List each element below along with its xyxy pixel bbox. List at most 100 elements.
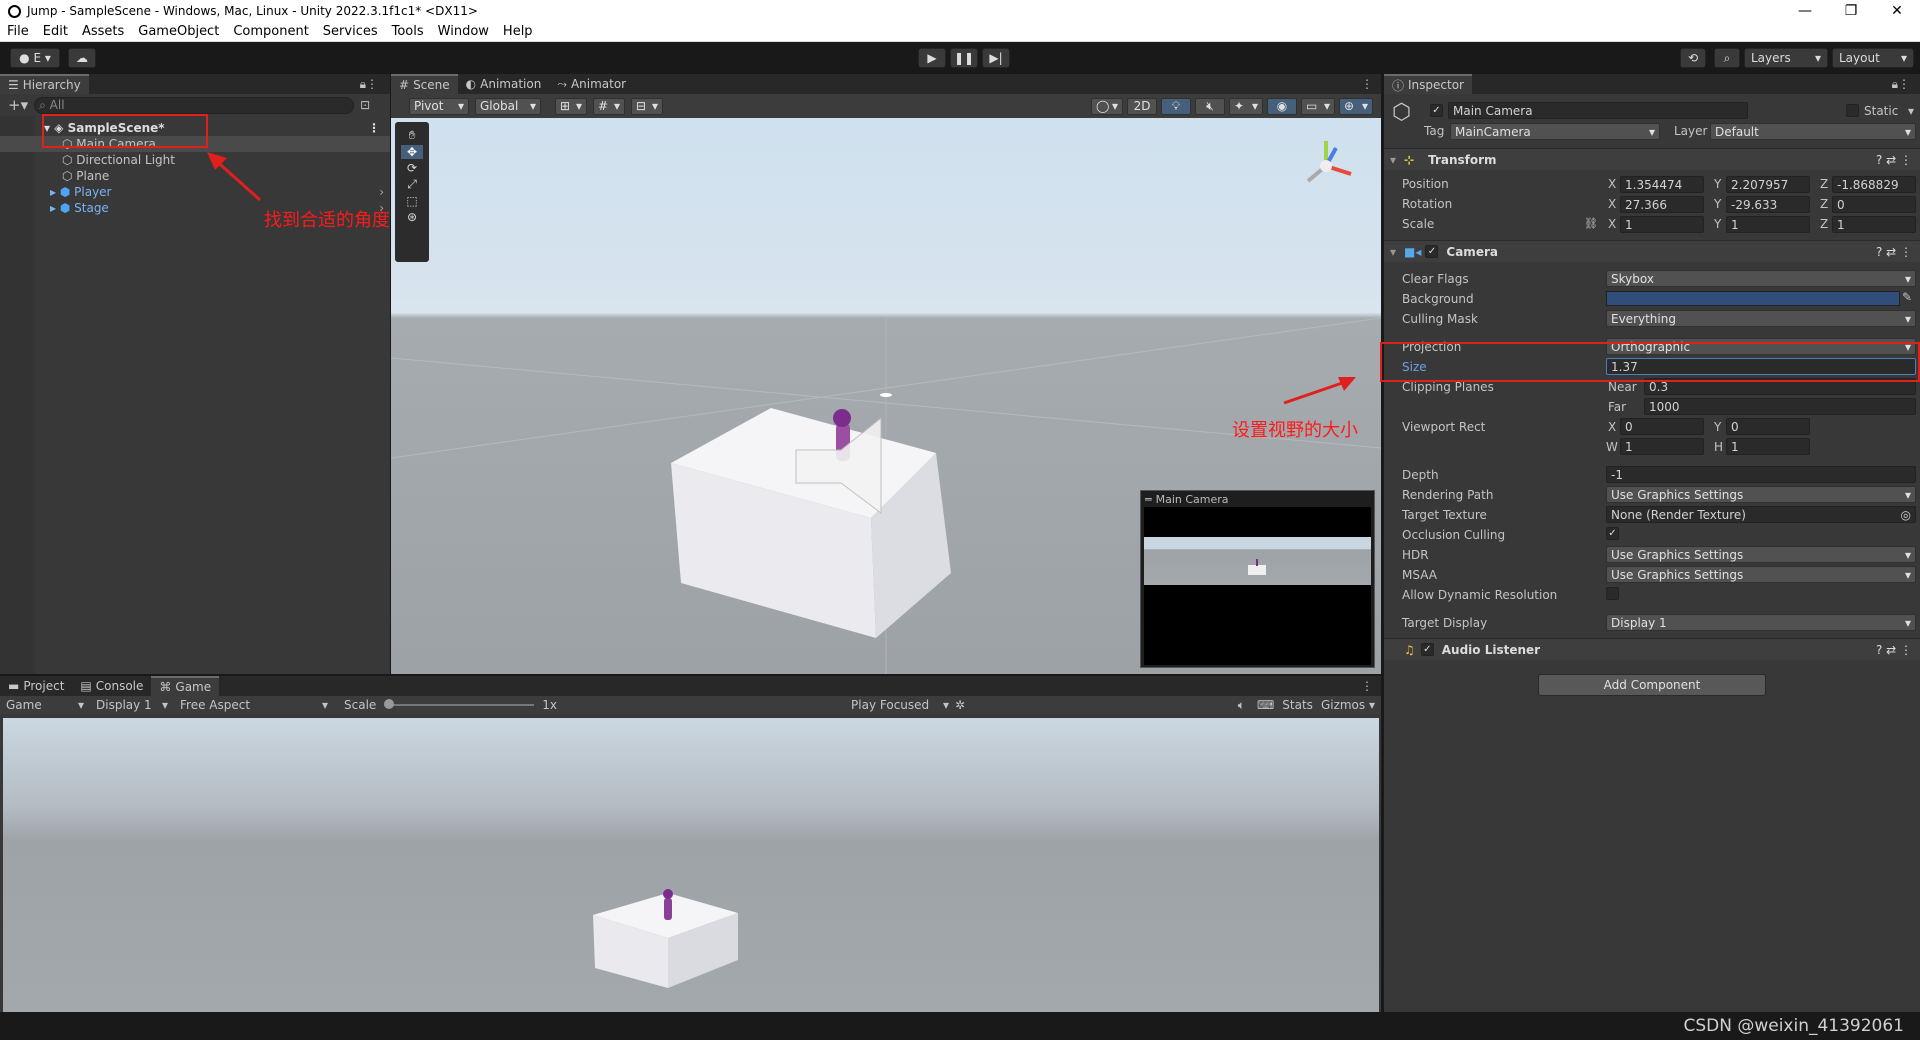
link-icon[interactable]: ⛓ — [1584, 217, 1598, 230]
lock-icon[interactable]: 🔒︎⋮ — [1892, 77, 1910, 92]
viewport-w-field[interactable]: 1 — [1620, 438, 1704, 455]
menu-component[interactable]: Component — [226, 24, 315, 39]
menu-help[interactable]: Help — [496, 24, 540, 39]
scene-viewport[interactable]: ✋︎ ✥ ⟳ ⤢ ⬚ ⊛ ═ Main Camera — [391, 118, 1381, 674]
component-actions-icon[interactable]: ? ⇄ ⋮ — [1876, 153, 1912, 167]
scene-menu-icon[interactable]: ⋮ — [368, 121, 380, 135]
hierarchy-item-plane[interactable]: ⬡ Plane — [0, 168, 390, 184]
menu-assets[interactable]: Assets — [75, 24, 131, 39]
effects-button[interactable]: ✦ ▾ — [1229, 97, 1263, 115]
audio-listener-header[interactable]: ♫ ✓ Audio Listener ? ⇄ ⋮ — [1384, 638, 1920, 660]
active-checkbox[interactable]: ✓ — [1430, 104, 1443, 117]
static-checkbox[interactable] — [1846, 104, 1859, 117]
shading-mode-button[interactable]: ◯ ▾ — [1091, 97, 1123, 115]
component-actions-icon[interactable]: ? ⇄ ⋮ — [1876, 643, 1912, 657]
scene-visibility-icon[interactable]: ⊡ — [360, 98, 370, 112]
layer-dropdown[interactable]: Default ▾ — [1710, 123, 1916, 140]
object-picker-icon[interactable]: ◎ — [1901, 508, 1911, 522]
menu-gameobject[interactable]: GameObject — [131, 24, 226, 39]
gizmos-button[interactable]: ⊕ ▾ — [1339, 97, 1373, 115]
move-tool-icon[interactable]: ✥ — [400, 145, 424, 159]
rotation-x-field[interactable]: 27.366 — [1620, 196, 1704, 213]
rendering-path-dropdown[interactable]: Use Graphics Settings ▾ — [1606, 486, 1916, 503]
pivot-dropdown[interactable]: Pivot ▾ — [409, 97, 469, 115]
scale-tool-icon[interactable]: ⤢ — [407, 177, 417, 192]
lock-icon[interactable]: 🔒︎⋮ — [360, 77, 378, 92]
2d-toggle[interactable]: 2D — [1127, 97, 1157, 115]
drag-handle-icon[interactable]: ═ — [1145, 493, 1152, 506]
transform-tool-icon[interactable]: ⊛ — [407, 210, 417, 224]
keyboard-icon[interactable]: ⌨ — [1257, 698, 1274, 712]
dynamic-resolution-checkbox[interactable] — [1606, 587, 1619, 600]
display-dropdown[interactable]: Display 1 ▾ — [90, 698, 174, 712]
stats-button[interactable]: Stats — [1282, 698, 1313, 712]
play-button[interactable]: ▶ — [918, 48, 946, 68]
layout-dropdown[interactable]: Layout ▾ — [1832, 48, 1914, 68]
tab-console[interactable]: ▤ Console — [72, 676, 151, 696]
viewport-x-field[interactable]: 0 — [1620, 418, 1704, 435]
tab-animator[interactable]: ⤳ Animator — [549, 74, 634, 94]
viewport-h-field[interactable]: 1 — [1726, 438, 1810, 455]
add-icon[interactable]: +▾ — [8, 96, 28, 114]
audio-listener-checkbox[interactable]: ✓ — [1420, 643, 1434, 656]
scale-z-field[interactable]: 1 — [1832, 216, 1916, 233]
menu-tools[interactable]: Tools — [385, 24, 431, 39]
game-viewport[interactable] — [3, 718, 1379, 1012]
object-name-field[interactable]: Main Camera — [1448, 102, 1748, 119]
tab-game[interactable]: ⌘ Game — [151, 676, 220, 696]
grid-snap-button[interactable]: # ▾ — [593, 97, 625, 115]
msaa-dropdown[interactable]: Use Graphics Settings ▾ — [1606, 566, 1916, 583]
clear-flags-dropdown[interactable]: Skybox ▾ — [1606, 270, 1916, 287]
audio-toggle[interactable]: 🔇︎ — [1195, 97, 1225, 115]
position-x-field[interactable]: 1.354474 — [1620, 176, 1704, 193]
tag-dropdown[interactable]: MainCamera ▾ — [1450, 123, 1660, 140]
play-focused-dropdown[interactable]: Play Focused ▾ — [845, 698, 955, 712]
scale-slider[interactable] — [384, 699, 535, 709]
eyedropper-icon[interactable]: ✎ — [1902, 290, 1912, 304]
cloud-button[interactable]: ☁ — [68, 48, 96, 68]
hierarchy-search-input[interactable]: ⌕ All — [34, 96, 355, 114]
collapse-icon[interactable]: ▾ — [1390, 153, 1396, 167]
background-color-field[interactable] — [1606, 291, 1900, 306]
hierarchy-item-player[interactable]: ▸ ⬢ Player › — [0, 184, 390, 200]
target-display-dropdown[interactable]: Display 1 ▾ — [1606, 614, 1916, 631]
static-dropdown-icon[interactable]: ▾ — [1908, 104, 1914, 118]
scale-y-field[interactable]: 1 — [1726, 216, 1810, 233]
panel-menu-icon[interactable]: ⋮ — [1361, 679, 1373, 693]
tab-project[interactable]: ▬ Project — [0, 676, 72, 696]
hdr-dropdown[interactable]: Use Graphics Settings ▾ — [1606, 546, 1916, 563]
culling-mask-dropdown[interactable]: Everything ▾ — [1606, 310, 1916, 327]
scene-orientation-gizmo[interactable] — [1296, 136, 1356, 196]
gizmos-dropdown[interactable]: Gizmos ▾ — [1321, 698, 1375, 712]
snap-increment-button[interactable]: ⊞ ▾ — [555, 97, 587, 115]
expand-icon[interactable]: ▸ — [50, 185, 60, 199]
rect-tool-icon[interactable]: ⬚ — [406, 194, 417, 208]
search-button[interactable]: ⌕ — [1714, 48, 1740, 68]
pause-button[interactable]: ❚❚ — [950, 48, 978, 68]
tab-scene[interactable]: # Scene — [391, 74, 458, 94]
target-texture-field[interactable]: None (Render Texture) ◎ — [1606, 506, 1916, 523]
expand-icon[interactable]: ▸ — [50, 201, 60, 215]
minimize-button[interactable]: — — [1782, 3, 1828, 19]
tab-hierarchy[interactable]: ☰ Hierarchy — [0, 74, 89, 94]
viewport-y-field[interactable]: 0 — [1726, 418, 1810, 435]
camera-settings-button[interactable]: ▭ ▾ — [1301, 97, 1335, 115]
tab-animation[interactable]: ◐ Animation — [458, 74, 550, 94]
transform-header[interactable]: ▾ ⊹ Transform ? ⇄ ⋮ — [1384, 148, 1920, 170]
depth-field[interactable]: -1 — [1606, 466, 1916, 483]
menu-file[interactable]: File — [0, 24, 36, 39]
account-button[interactable]: ● E ▾ — [10, 48, 60, 68]
step-button[interactable]: ▶| — [982, 48, 1010, 68]
position-y-field[interactable]: 2.207957 — [1726, 176, 1810, 193]
lighting-toggle[interactable]: 💡︎ — [1161, 97, 1191, 115]
chevron-right-icon[interactable]: › — [379, 185, 384, 199]
bug-icon[interactable]: ✲ — [955, 698, 965, 712]
hierarchy-item-directional-light[interactable]: ⬡ Directional Light — [0, 152, 390, 168]
maximize-button[interactable]: ❐ — [1828, 3, 1874, 19]
position-z-field[interactable]: -1.868829 — [1832, 176, 1916, 193]
ruler-button[interactable]: ⊟ ▾ — [631, 97, 663, 115]
camera-header[interactable]: ▾ ■◂ ✓ Camera ? ⇄ ⋮ — [1384, 240, 1920, 262]
panel-menu-icon[interactable]: ⋮ — [1361, 77, 1373, 91]
global-dropdown[interactable]: Global ▾ — [475, 97, 541, 115]
visibility-toggle[interactable]: ◉ — [1267, 97, 1297, 115]
